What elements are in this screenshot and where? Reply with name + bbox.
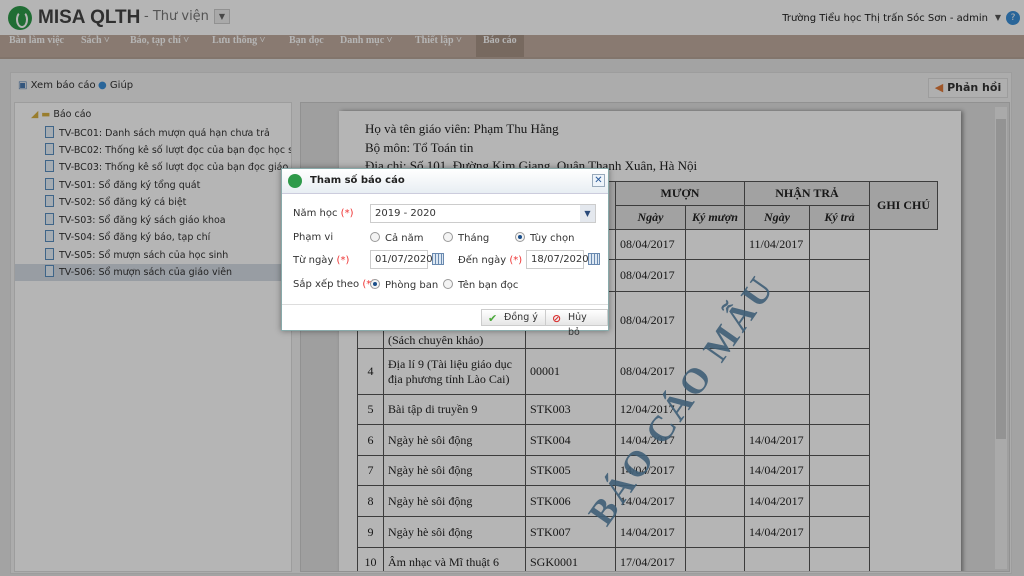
- scope-whole-year-radio[interactable]: Cả năm: [370, 232, 424, 244]
- to-date-label: Đến ngày (*): [458, 255, 523, 266]
- from-date-label: Từ ngày (*): [293, 255, 350, 266]
- sort-label: Sắp xếp theo (*): [293, 279, 376, 290]
- dialog-title: Tham số báo cáo: [310, 175, 405, 186]
- from-date-input[interactable]: 01/07/2020: [370, 250, 433, 269]
- calendar-icon[interactable]: [588, 253, 600, 265]
- cancel-button[interactable]: ⊘ Hủy bỏ: [545, 309, 608, 338]
- scope-custom-radio[interactable]: Tùy chọn: [515, 232, 574, 244]
- scope-label: Phạm vi: [293, 232, 334, 243]
- year-select[interactable]: 2019 - 2020: [370, 204, 596, 223]
- ok-button[interactable]: ✔ Đồng ý: [481, 309, 547, 326]
- misa-logo-icon: [288, 174, 302, 188]
- sort-department-radio[interactable]: Phòng ban: [370, 279, 438, 291]
- dialog-titlebar: Tham số báo cáo ✕: [282, 169, 608, 194]
- calendar-icon[interactable]: [432, 253, 444, 265]
- close-icon[interactable]: ✕: [592, 174, 605, 187]
- cancel-icon: ⊘: [552, 312, 562, 325]
- checkmark-icon: ✔: [488, 312, 498, 325]
- dialog-footer-divider: [282, 304, 608, 305]
- report-params-dialog: Tham số báo cáo ✕ Năm học (*) 2019 - 202…: [281, 168, 609, 338]
- scope-month-radio[interactable]: Tháng: [443, 232, 489, 244]
- year-label: Năm học (*): [293, 208, 354, 219]
- to-date-input[interactable]: 18/07/2020: [526, 250, 589, 269]
- sort-reader-name-radio[interactable]: Tên bạn đọc: [443, 279, 518, 291]
- chevron-down-icon[interactable]: ▼: [580, 205, 595, 222]
